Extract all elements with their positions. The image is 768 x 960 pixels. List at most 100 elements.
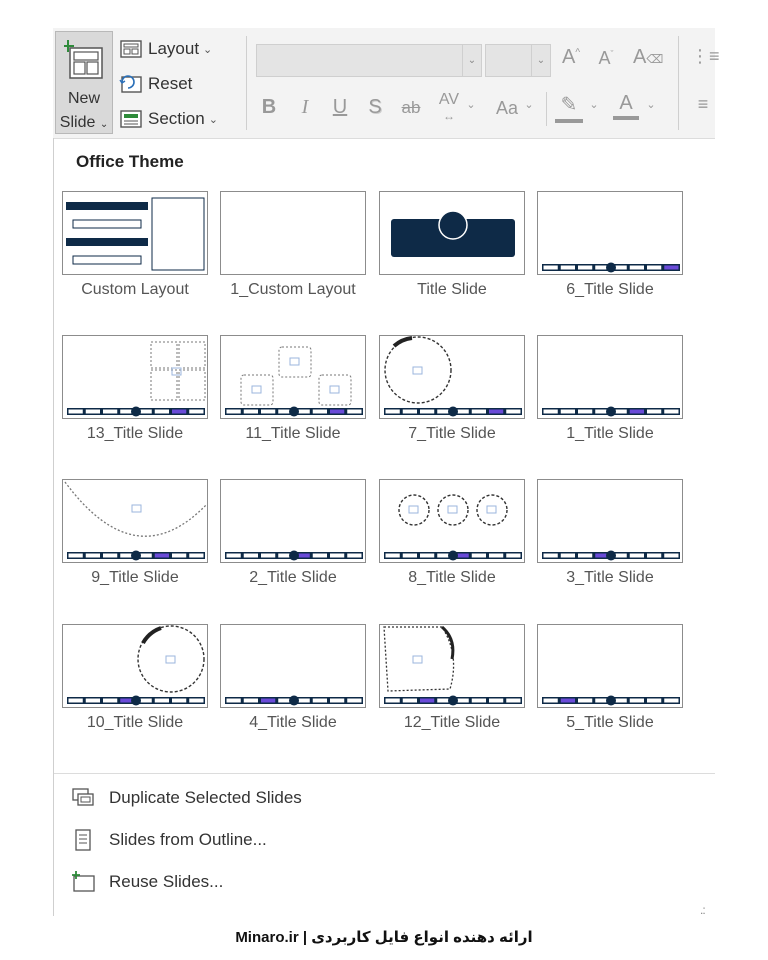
layout-preview — [67, 625, 205, 706]
shrink-font-icon[interactable]: Aˇ — [593, 48, 619, 69]
chevron-down-icon[interactable]: ⌄ — [531, 45, 550, 76]
font-name-combo[interactable]: ⌄ — [256, 44, 482, 77]
progress-segment — [647, 698, 662, 703]
layout-preview — [225, 346, 363, 417]
progress-dot — [448, 406, 458, 417]
chevron-down-icon[interactable]: ⌄ — [465, 98, 477, 111]
outline-icon — [75, 829, 91, 851]
reuse-slides-item[interactable]: Reuse Slides... — [70, 868, 223, 896]
progress-segment — [543, 553, 558, 558]
layout-icon — [120, 40, 142, 58]
progress-segment — [578, 265, 593, 270]
progress-dot — [606, 262, 616, 273]
clear-formatting-icon[interactable]: A⌫ — [633, 46, 663, 69]
shadow-button[interactable]: S — [366, 96, 384, 119]
slides-from-outline-item[interactable]: Slides from Outline... — [70, 826, 267, 854]
chevron-down-icon[interactable]: ⌄ — [588, 98, 600, 111]
progress-segment — [189, 698, 204, 703]
layout-thumb-7-title-slide[interactable] — [379, 335, 525, 419]
layout-thumb-custom-layout[interactable] — [62, 191, 208, 275]
progress-segment — [402, 409, 417, 414]
bullets-icon[interactable]: ⋮≡ — [691, 46, 720, 67]
highlight-color-icon[interactable]: ✎ — [555, 92, 583, 123]
progress-segment — [385, 409, 400, 414]
layout-thumb-1-title-slide[interactable] — [537, 335, 683, 419]
layout-thumb-11-title-slide[interactable] — [220, 335, 366, 419]
layout-thumb-4-title-slide[interactable] — [220, 624, 366, 708]
progress-segment — [647, 265, 662, 270]
progress-segment — [330, 409, 345, 414]
progress-segment — [172, 553, 187, 558]
duplicate-label: Duplicate Selected Slides — [109, 788, 302, 807]
progress-segment — [226, 553, 241, 558]
layout-thumb-5-title-slide[interactable] — [537, 624, 683, 708]
progress-segment — [103, 553, 118, 558]
layout-preview — [391, 210, 515, 257]
progress-segment — [489, 698, 504, 703]
italic-button[interactable]: I — [296, 96, 314, 119]
grow-font-icon[interactable]: A^ — [558, 46, 584, 69]
progress-segment — [402, 698, 417, 703]
progress-segment — [103, 698, 118, 703]
chevron-down-icon[interactable]: ⌄ — [523, 98, 535, 111]
slide-progress-bar — [384, 550, 522, 561]
progress-segment — [647, 553, 662, 558]
resize-grip-icon[interactable]: .: — [700, 903, 706, 917]
underline-button[interactable]: U — [331, 96, 349, 119]
character-spacing-button[interactable]: AV ↔ — [434, 92, 464, 124]
ribbon: New Slide ⌄ Layout ⌄ Reset Section ⌄ ⌄ ⌄… — [53, 28, 720, 139]
progress-segment — [420, 553, 435, 558]
layout-preview — [225, 550, 363, 561]
layout-button[interactable]: Layout ⌄ — [119, 36, 212, 62]
progress-segment — [629, 698, 644, 703]
strikethrough-button[interactable]: ab — [397, 98, 425, 118]
progress-segment — [471, 698, 486, 703]
slide-progress-bar — [225, 406, 363, 417]
font-color-icon[interactable]: A — [613, 92, 639, 120]
progress-dot — [131, 406, 141, 417]
duplicate-slides-item[interactable]: Duplicate Selected Slides — [70, 784, 302, 812]
layout-thumb-6-title-slide[interactable] — [537, 191, 683, 275]
slide-progress-bar — [542, 406, 680, 417]
layout-thumb-1-custom-layout[interactable] — [220, 191, 366, 275]
chevron-down-icon[interactable]: ⌄ — [462, 45, 481, 76]
layout-thumb-2-title-slide[interactable] — [220, 479, 366, 563]
layout-thumb-title-slide[interactable] — [379, 191, 525, 275]
progress-segment — [543, 698, 558, 703]
layout-thumb-13-title-slide[interactable] — [62, 335, 208, 419]
progress-dot — [131, 695, 141, 706]
bold-button[interactable]: B — [260, 96, 278, 119]
new-slide-button[interactable]: New Slide ⌄ — [55, 31, 113, 134]
slide-progress-bar — [225, 550, 363, 561]
align-left-icon[interactable]: ≡ — [691, 94, 715, 115]
change-case-button[interactable]: Aa — [491, 98, 523, 119]
slide-progress-bar — [542, 262, 680, 273]
progress-segment — [261, 698, 276, 703]
section-label: Section — [148, 109, 205, 128]
layout-preview — [383, 625, 522, 706]
progress-segment — [68, 698, 83, 703]
new-slide-label-line1: New — [67, 90, 100, 107]
progress-segment — [489, 553, 504, 558]
reset-icon — [119, 75, 142, 93]
layout-thumb-3-title-slide[interactable] — [537, 479, 683, 563]
progress-segment — [664, 265, 679, 270]
progress-segment — [189, 409, 204, 414]
chevron-down-icon[interactable]: ⌄ — [645, 98, 657, 111]
layout-thumb-12-title-slide[interactable] — [379, 624, 525, 708]
font-size-combo[interactable]: ⌄ — [485, 44, 551, 77]
layout-label: 10_Title Slide — [86, 714, 184, 731]
ribbon-separator — [546, 92, 547, 126]
reset-button[interactable]: Reset — [119, 71, 192, 97]
layout-thumb-8-title-slide[interactable] — [379, 479, 525, 563]
layout-thumb-10-title-slide[interactable] — [62, 624, 208, 708]
layout-thumb-9-title-slide[interactable] — [62, 479, 208, 563]
progress-segment — [226, 409, 241, 414]
section-button[interactable]: Section ⌄ — [119, 106, 218, 132]
progress-dot — [448, 695, 458, 706]
reuse-slides-icon — [72, 871, 95, 892]
progress-segment — [330, 698, 345, 703]
layout-label: 1_Title Slide — [566, 425, 654, 442]
progress-segment — [506, 409, 521, 414]
ribbon-separator — [678, 36, 679, 130]
